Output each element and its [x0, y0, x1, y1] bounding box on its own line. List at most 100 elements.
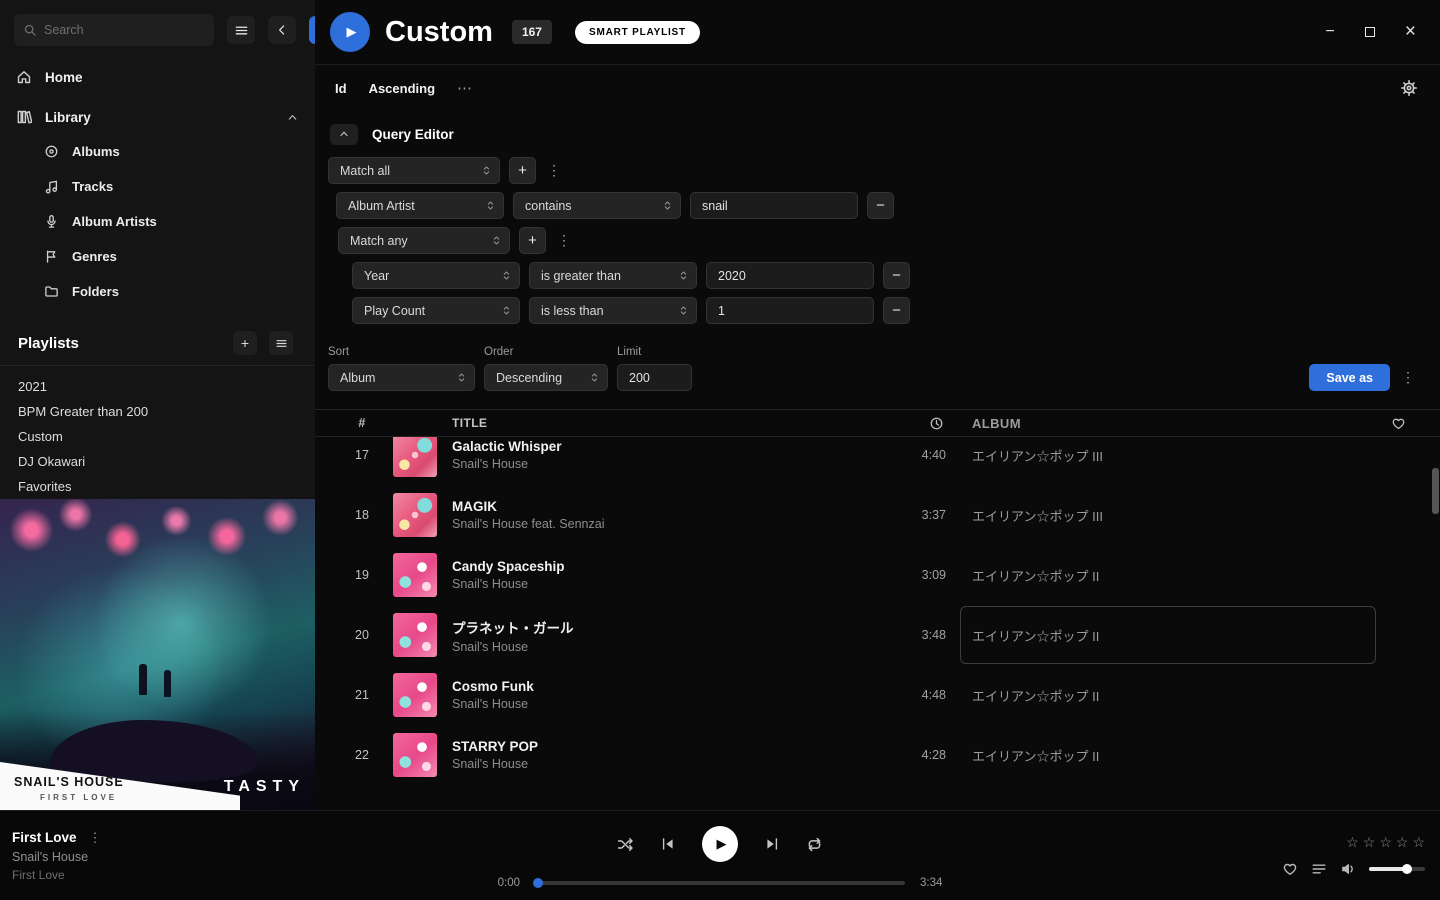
menu-button[interactable]	[227, 16, 255, 44]
play-playlist-button[interactable]: ▶	[330, 12, 370, 52]
nav-back-button[interactable]	[268, 16, 296, 44]
playlist-list-view-button[interactable]	[269, 331, 293, 355]
rule-operator-select[interactable]: is less than	[529, 297, 697, 324]
remove-rule-button[interactable]: −	[867, 192, 894, 219]
track-album[interactable]: エイリアン☆ポップ III	[946, 437, 1376, 485]
sort-direction-button[interactable]: Ascending	[369, 81, 435, 96]
collapse-query-editor-button[interactable]	[330, 124, 358, 145]
track-title[interactable]: Cosmo Funk	[452, 679, 866, 694]
next-button[interactable]	[764, 836, 780, 852]
table-row[interactable]: 17 Galactic Whisper Snail's House 4:40 エ…	[315, 437, 1440, 485]
scrollbar-thumb[interactable]	[1432, 468, 1439, 514]
repeat-button[interactable]	[806, 836, 823, 853]
table-row[interactable]: 19 Candy Spaceship Snail's House 3:09 エイ…	[315, 545, 1440, 605]
rule-value-input[interactable]	[690, 192, 858, 219]
more-options-button[interactable]: ⋯	[457, 79, 473, 97]
order-select[interactable]: Descending	[484, 364, 608, 391]
star-icon[interactable]: ☆	[1363, 834, 1376, 851]
remove-rule-button[interactable]: −	[883, 262, 910, 289]
track-artist[interactable]: Snail's House feat. Sennzai	[452, 517, 866, 531]
column-header-duration[interactable]	[866, 416, 946, 431]
rule-operator-select[interactable]: contains	[513, 192, 681, 219]
rule-field-select[interactable]: Album Artist	[336, 192, 504, 219]
now-playing-album[interactable]: First Love	[12, 868, 312, 882]
star-icon[interactable]: ☆	[1412, 834, 1425, 851]
track-title[interactable]: Candy Spaceship	[452, 559, 866, 574]
favorite-button[interactable]	[1282, 861, 1298, 877]
sidebar-item-tracks[interactable]: Tracks	[0, 169, 315, 204]
add-rule-button[interactable]: +	[509, 157, 536, 184]
track-artist[interactable]: Snail's House	[452, 697, 866, 711]
rule-value-input[interactable]	[706, 262, 874, 289]
playlist-item[interactable]: Favorites	[0, 474, 315, 499]
settings-gear-icon[interactable]	[1400, 79, 1418, 97]
mute-button[interactable]	[1340, 861, 1356, 877]
track-album-focused[interactable]: エイリアン☆ポップ II	[960, 606, 1376, 664]
sidebar-item-library[interactable]: Library	[0, 100, 315, 134]
star-icon[interactable]: ☆	[1379, 834, 1392, 851]
table-row[interactable]: 20 プラネット・ガール Snail's House 3:48 エイリアン☆ポッ…	[315, 605, 1440, 665]
track-album[interactable]: エイリアン☆ポップ III	[946, 485, 1376, 545]
now-playing-artwork[interactable]: SNAIL'S HOUSE FIRST LOVE TASTY	[0, 499, 315, 810]
rule-operator-select[interactable]: is greater than	[529, 262, 697, 289]
save-options-button[interactable]: ⋮	[1399, 364, 1417, 391]
add-playlist-button[interactable]: +	[233, 331, 257, 355]
match-type-select[interactable]: Match all	[328, 157, 500, 184]
search-box[interactable]	[14, 14, 214, 46]
track-title[interactable]: Galactic Whisper	[452, 439, 866, 454]
playlist-item[interactable]: DJ Okawari	[0, 449, 315, 474]
queue-button[interactable]	[1311, 861, 1327, 877]
window-close-button[interactable]: ×	[1405, 21, 1416, 43]
now-playing-options-button[interactable]: ⋮	[89, 830, 102, 846]
seek-slider-thumb[interactable]	[533, 878, 543, 888]
sidebar-item-albums[interactable]: Albums	[0, 134, 315, 169]
add-rule-button[interactable]: +	[519, 227, 546, 254]
column-header-title[interactable]: TITLE	[445, 416, 866, 430]
column-header-favorite[interactable]	[1376, 416, 1420, 431]
rule-options-button[interactable]: ⋮	[545, 157, 563, 184]
volume-slider[interactable]	[1369, 867, 1425, 871]
track-title[interactable]: MAGIK	[452, 499, 866, 514]
table-row[interactable]: 18 MAGIK Snail's House feat. Sennzai 3:3…	[315, 485, 1440, 545]
column-header-album[interactable]: ALBUM	[946, 410, 1376, 436]
remove-rule-button[interactable]: −	[883, 297, 910, 324]
sort-select[interactable]: Album	[328, 364, 475, 391]
rule-options-button[interactable]: ⋮	[555, 227, 573, 254]
track-title[interactable]: プラネット・ガール	[452, 617, 866, 637]
playlist-item[interactable]: Custom	[0, 424, 315, 449]
sidebar-item-home[interactable]: Home	[0, 60, 315, 94]
track-artist[interactable]: Snail's House	[452, 457, 866, 471]
sidebar-item-folders[interactable]: Folders	[0, 274, 315, 309]
shuffle-button[interactable]	[617, 836, 634, 853]
track-artist[interactable]: Snail's House	[452, 757, 866, 771]
track-album[interactable]: エイリアン☆ポップ II	[946, 545, 1376, 605]
play-pause-button[interactable]: ▶	[702, 826, 738, 862]
playlist-item[interactable]: BPM Greater than 200	[0, 399, 315, 424]
sidebar-item-genres[interactable]: Genres	[0, 239, 315, 274]
rule-value-input[interactable]	[706, 297, 874, 324]
save-as-button[interactable]: Save as	[1309, 364, 1390, 391]
rule-field-select[interactable]: Play Count	[352, 297, 520, 324]
column-header-index[interactable]: #	[339, 416, 385, 430]
track-title[interactable]: STARRY POP	[452, 739, 866, 754]
rule-field-select[interactable]: Year	[352, 262, 520, 289]
track-album[interactable]: エイリアン☆ポップ II	[946, 665, 1376, 725]
window-maximize-button[interactable]	[1365, 27, 1375, 37]
window-minimize-button[interactable]: −	[1326, 23, 1335, 41]
playlist-item[interactable]: 2021	[0, 374, 315, 399]
star-icon[interactable]: ☆	[1346, 834, 1359, 851]
sort-field-button[interactable]: Id	[335, 81, 347, 96]
track-album[interactable]: エイリアン☆ポップ II	[946, 725, 1376, 785]
table-row[interactable]: 22 STARRY POP Snail's House 4:28 エイリアン☆ポ…	[315, 725, 1440, 785]
track-artist[interactable]: Snail's House	[452, 640, 866, 654]
limit-input[interactable]	[617, 364, 692, 391]
previous-button[interactable]	[660, 836, 676, 852]
search-input[interactable]	[44, 23, 205, 37]
volume-slider-thumb[interactable]	[1402, 864, 1412, 874]
now-playing-artist[interactable]: Snail's House	[12, 850, 312, 864]
table-row[interactable]: 21 Cosmo Funk Snail's House 4:48 エイリアン☆ポ…	[315, 665, 1440, 725]
match-type-select[interactable]: Match any	[338, 227, 510, 254]
star-icon[interactable]: ☆	[1396, 834, 1409, 851]
now-playing-title[interactable]: First Love	[12, 830, 77, 845]
chevron-up-icon[interactable]	[286, 111, 299, 124]
